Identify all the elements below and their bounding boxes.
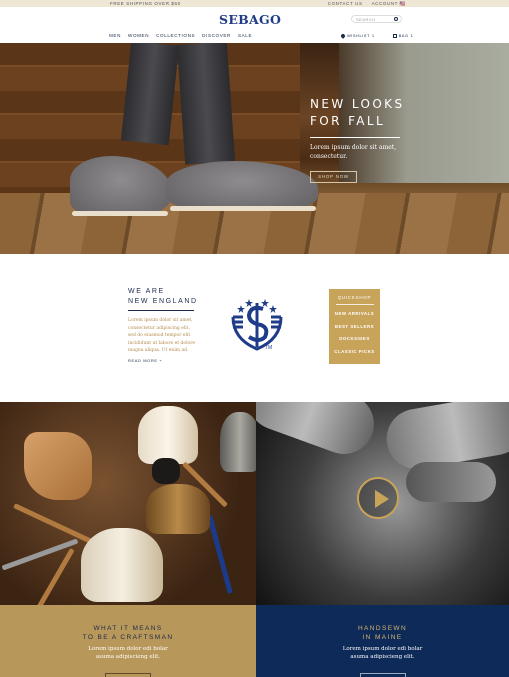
heart-icon	[340, 32, 346, 39]
bag-count: 1	[410, 33, 414, 38]
jar-image	[146, 484, 210, 534]
hero-title-line: FOR FALL	[310, 114, 386, 128]
shop-now-button[interactable]: SHOP NOW	[310, 171, 357, 183]
craftsman-video[interactable]	[256, 402, 509, 605]
handsewn-panel-text: Lorem ipsum dolor edi bolar asuma adipis…	[256, 646, 509, 661]
craftsman-panel-title-line: TO BE A CRAFTSMAN	[82, 634, 174, 641]
hero-divider	[310, 137, 400, 138]
utility-bar: FREE SHIPPING OVER $60 CONTACT US ACCOUN…	[0, 0, 509, 7]
handsewn-panel-text-line: asuma adipiscieng elit.	[350, 653, 415, 660]
quickshop-heading: QUICKSHOP	[337, 295, 372, 300]
quickshop-box: QUICKSHOP NEW ARRIVALS BEST SELLERS DOCK…	[329, 289, 380, 364]
hero-leg-image	[176, 43, 236, 165]
nav-item-discover[interactable]: DISCOVER	[202, 33, 231, 38]
craftsman-arm-image	[256, 402, 383, 463]
hero-title-line: NEW LOOKS	[310, 97, 405, 111]
tool-image	[13, 503, 97, 546]
jar-image	[81, 528, 163, 602]
craftsman-panel-title-line: WHAT IT MEANS	[93, 625, 163, 632]
wishlist-link[interactable]: WISHLIST 1	[340, 32, 375, 39]
hero-text: Lorem ipsum dolor sit amet, consectetur.	[310, 144, 397, 160]
account-label: ACCOUNT	[371, 1, 398, 6]
shoe-last-image	[24, 432, 92, 500]
shipping-banner: FREE SHIPPING OVER $60	[110, 1, 181, 6]
new-england-title: WE ARE NEW ENGLAND	[128, 287, 198, 306]
brand-logo[interactable]: SEBAGO	[219, 12, 281, 27]
craftsman-hand-image	[406, 462, 496, 502]
play-button[interactable]	[357, 477, 399, 519]
hero-copy: NEW LOOKS FOR FALL Lorem ipsum dolor sit…	[310, 96, 410, 183]
craftsman-panel-title: WHAT IT MEANS TO BE A CRAFTSMAN	[0, 624, 256, 642]
brand-emblem-icon: TM	[231, 299, 283, 351]
nav-item-women[interactable]: WOMEN	[128, 33, 149, 38]
quickshop-classic-picks[interactable]: CLASSIC PICKS	[329, 349, 380, 362]
quickshop-new-arrivals[interactable]: NEW ARRIVALS	[329, 311, 380, 324]
site-header: SEBAGO SEARCH MEN WOMEN COLLECTIONS DISC…	[0, 7, 509, 43]
craftsman-panel-text-line: asuma adipiscieng elit.	[95, 653, 161, 660]
craftsman-panel: WHAT IT MEANS TO BE A CRAFTSMAN Lorem ip…	[0, 605, 256, 677]
bag-icon	[392, 33, 397, 38]
new-england-section: WE ARE NEW ENGLAND Lorem ipsum dolor sit…	[0, 254, 509, 402]
handsewn-panel-title-line: HANDSEWN	[357, 625, 408, 632]
handsewn-panel-title: HANDSEWN IN MAINE	[256, 624, 509, 642]
nav-item-men[interactable]: MEN	[109, 33, 121, 38]
new-england-copy: WE ARE NEW ENGLAND Lorem ipsum dolor sit…	[128, 287, 198, 363]
bag-label: BAG	[398, 33, 409, 38]
search-input[interactable]: SEARCH	[351, 15, 402, 23]
handsewn-panel-text-line: Lorem ipsum dolor edi bolar	[342, 646, 423, 652]
new-england-title-line: WE ARE	[128, 288, 165, 295]
handsewn-panel: HANDSEWN IN MAINE Lorem ipsum dolor edi …	[256, 605, 509, 677]
bag-link[interactable]: BAG 1	[392, 33, 414, 38]
quickshop-divider	[335, 304, 374, 305]
flag-icon: 🇺🇸	[399, 1, 406, 6]
handsewn-panel-button[interactable]	[359, 673, 406, 677]
craftsman-panel-text-line: Lorem ipsum dolor edi bolar	[88, 646, 168, 652]
craftsman-tools-image	[0, 402, 256, 605]
handsewn-panel-title-line: IN MAINE	[362, 634, 403, 641]
brush-image	[152, 458, 180, 484]
wishlist-count: 1	[371, 33, 375, 38]
new-england-title-line: NEW ENGLAND	[128, 297, 198, 305]
nav-item-collections[interactable]: COLLECTIONS	[156, 33, 195, 38]
header-actions: WISHLIST 1 BAG 1	[340, 32, 414, 39]
play-icon	[375, 490, 389, 508]
main-nav: MEN WOMEN COLLECTIONS DISCOVER SALE	[109, 33, 252, 38]
search-placeholder: SEARCH	[356, 17, 376, 22]
hero-shoe-sole	[170, 206, 316, 211]
hero-banner: NEW LOOKS FOR FALL Lorem ipsum dolor sit…	[0, 43, 509, 254]
craftsman-panel-text: Lorem ipsum dolor edi bolar asuma adipis…	[0, 646, 256, 661]
hero-title: NEW LOOKS FOR FALL	[310, 96, 410, 130]
wishlist-label: WISHLIST	[347, 33, 370, 38]
craftsman-panel-button[interactable]	[105, 673, 151, 677]
nav-item-sale[interactable]: SALE	[238, 33, 252, 38]
svg-text:TM: TM	[265, 345, 272, 351]
new-england-text: Lorem ipsum dolor sit amet, consectetur …	[128, 318, 196, 353]
tool-image	[207, 515, 233, 594]
search-icon[interactable]	[394, 17, 398, 21]
jar-image	[220, 412, 256, 472]
read-more-link[interactable]: READ MORE +	[128, 358, 198, 363]
hero-shoe-sole	[72, 211, 168, 216]
quickshop-best-sellers[interactable]: BEST SELLERS	[329, 324, 380, 337]
new-england-divider	[128, 310, 194, 311]
jar-image	[138, 406, 198, 464]
quickshop-docksides[interactable]: DOCKSIDES	[329, 336, 380, 349]
